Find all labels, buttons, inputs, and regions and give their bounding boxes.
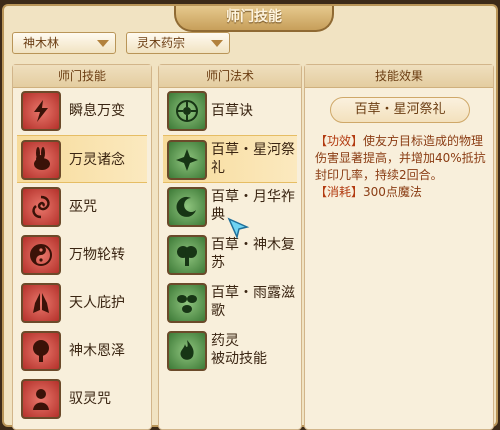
yin-yang-icon (21, 235, 61, 275)
dew-leaves-icon (167, 283, 207, 323)
cursor-icon (227, 217, 250, 240)
spirit-rabbit-icon (21, 140, 61, 180)
skill-item-label: 万物轮转 (69, 247, 125, 263)
star-leaf-icon (167, 140, 207, 180)
skill-item-wanwu[interactable]: 万物轮转 (17, 231, 147, 279)
skill-item-wanling[interactable]: 万灵诸念 (17, 135, 147, 183)
skill-item-label: 瞬息万变 (69, 103, 125, 119)
moon-swirl-icon (167, 187, 207, 227)
spell-item-label: 百草・星河祭 礼 (211, 141, 297, 177)
window-title: 师门技能 (226, 9, 282, 25)
lightning-icon (21, 91, 61, 131)
spell-item-line2: 歌 (211, 303, 225, 319)
school-dropdown[interactable]: 灵木药宗 (126, 32, 230, 54)
effect-tag: 【功效】 (315, 134, 364, 148)
tree-revive-icon (167, 235, 207, 275)
effect-skill-name: 百草・星河祭礼 (330, 97, 470, 123)
spell-item-yulu[interactable]: 百草・雨露滋 歌 (163, 279, 297, 327)
chevron-down-icon (97, 40, 109, 47)
hooded-figure-icon (21, 379, 61, 419)
skill-window: 师门技能 神木林 灵木药宗 师门技能 瞬息万变 万灵诸念 巫咒 万物轮转 天人庇… (2, 4, 498, 430)
spell-item-line1: 药灵 (211, 333, 239, 349)
spell-item-line1: 百草・神木复 (211, 237, 295, 253)
effect-panel: 技能效果 百草・星河祭礼 【功效】使友方目标造成的物理伤害显著提高，并增加40%… (304, 64, 494, 430)
skill-item-label: 巫咒 (69, 199, 97, 215)
skill-item-yuling[interactable]: 驭灵咒 (17, 375, 147, 423)
spell-item-baicao[interactable]: 百草诀 (163, 87, 297, 135)
spell-item-line2: 苏 (211, 255, 225, 271)
spell-item-yaoling[interactable]: 药灵 被动技能 (163, 327, 297, 375)
sect-dropdown[interactable]: 神木林 (12, 32, 116, 54)
spell-item-line1: 百草・星河祭 (211, 142, 295, 158)
skills-panel-header: 师门技能 (13, 65, 151, 88)
spell-item-line1: 百草诀 (211, 103, 253, 119)
spells-panel-header: 师门法术 (159, 65, 301, 88)
spell-item-label: 百草・神木复 苏 (211, 236, 297, 272)
cost-tag: 【消耗】 (315, 185, 364, 199)
skill-item-tianren[interactable]: 天人庇护 (17, 279, 147, 327)
skill-item-label: 驭灵咒 (69, 391, 111, 407)
spell-item-label: 百草・月华祚 典 (211, 188, 297, 224)
spells-panel: 师门法术 百草诀 百草・星河祭 礼 百草・月华祚 典 百草・神木复 苏 百草・雨… (158, 64, 302, 430)
spell-item-line2: 礼 (211, 160, 225, 176)
skill-item-shenmu[interactable]: 神木恩泽 (17, 327, 147, 375)
spell-item-xinghe[interactable]: 百草・星河祭 礼 (163, 135, 297, 183)
cost-text: 300点魔法 (363, 185, 422, 199)
spell-item-line2: 被动技能 (211, 351, 267, 367)
spell-item-line2: 典 (211, 207, 225, 223)
chevron-down-icon (211, 40, 223, 47)
skill-item-label: 万灵诸念 (69, 152, 125, 168)
window-title-tab: 师门技能 (174, 6, 334, 32)
spell-item-label: 百草诀 (211, 102, 297, 120)
herb-wheel-icon (167, 91, 207, 131)
effect-description: 【功效】使友方目标造成的物理伤害显著提高，并增加40%抵抗封印几率，持续2回合。… (315, 133, 487, 201)
skill-item-shunxi[interactable]: 瞬息万变 (17, 87, 147, 135)
spell-item-label: 百草・雨露滋 歌 (211, 284, 297, 320)
flame-spirit-icon (167, 331, 207, 371)
skills-panel: 师门技能 瞬息万变 万灵诸念 巫咒 万物轮转 天人庇护 神木恩泽 驭灵咒 (12, 64, 152, 430)
spell-item-label: 药灵 被动技能 (211, 332, 297, 368)
skill-item-label: 神木恩泽 (69, 343, 125, 359)
effect-panel-header: 技能效果 (305, 65, 493, 88)
spell-item-line1: 百草・雨露滋 (211, 285, 295, 301)
school-dropdown-value: 灵木药宗 (137, 36, 186, 50)
sect-dropdown-value: 神木林 (23, 36, 60, 50)
spell-item-line1: 百草・月华祚 (211, 189, 295, 205)
praying-hands-icon (21, 283, 61, 323)
sacred-tree-icon (21, 331, 61, 371)
skill-item-wuzhou[interactable]: 巫咒 (17, 183, 147, 231)
curse-swirl-icon (21, 187, 61, 227)
skill-item-label: 天人庇护 (69, 295, 125, 311)
